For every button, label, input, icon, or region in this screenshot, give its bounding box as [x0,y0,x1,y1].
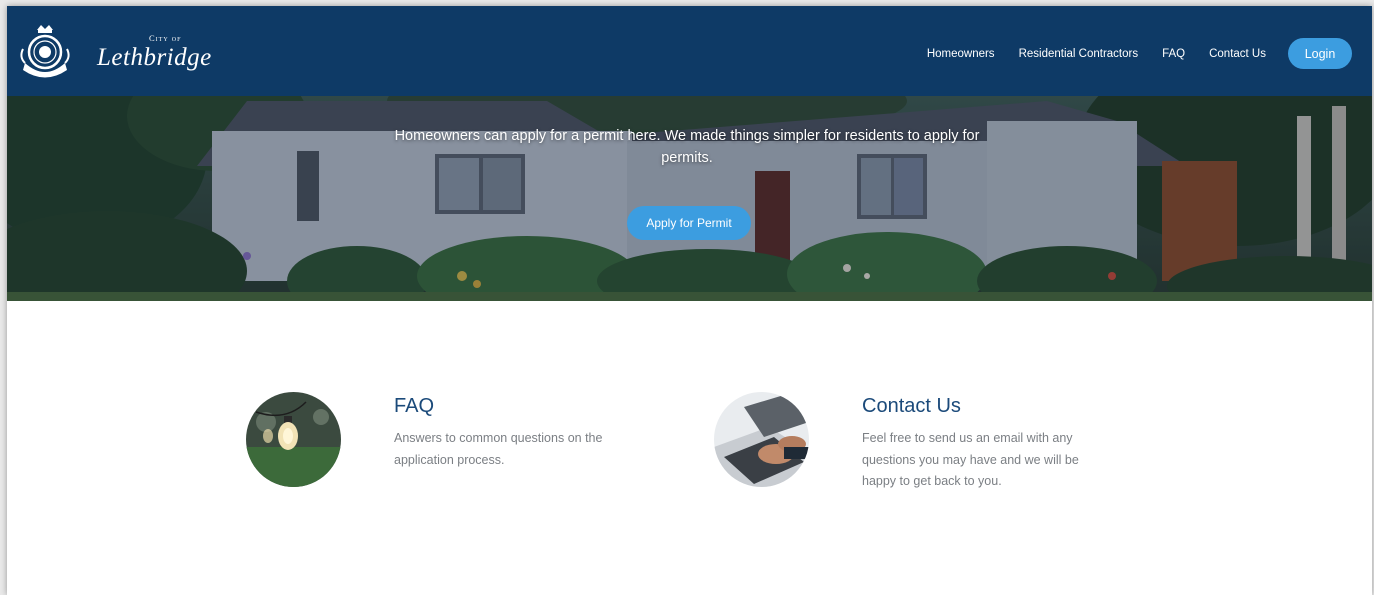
nav-faq[interactable]: FAQ [1162,48,1185,60]
lightbulb-icon [246,392,341,487]
contact-us-description: Feel free to send us an email with any q… [862,431,1079,488]
nav-residential-contractors[interactable]: Residential Contractors [1019,48,1139,60]
city-seal-icon [20,25,70,78]
lightbulb-photo[interactable] [246,392,341,487]
nav-homeowners[interactable]: Homeowners [927,48,995,60]
main-nav: Homeowners Residential Contractors FAQ C… [927,38,1352,69]
apply-for-permit-button[interactable]: Apply for Permit [627,206,751,240]
hero-banner: Homeowners can apply for a permit here. … [7,96,1372,301]
faq-description: Answers to common questions on the appli… [394,431,603,467]
laptop-typing-photo[interactable] [714,392,809,487]
login-button[interactable]: Login [1288,38,1352,69]
faq-title[interactable]: FAQ [394,395,434,418]
contact-us-title[interactable]: Contact Us [862,395,961,418]
laptop-icon [714,392,809,487]
nav-contact-us[interactable]: Contact Us [1209,48,1266,60]
site-header: City of Lethbridge Homeowners Residentia… [7,6,1372,96]
hero-text: Homeowners can apply for a permit here. … [394,128,980,166]
city-name-wordmark: Lethbridge [97,44,212,71]
browser-page: City of Lethbridge Homeowners Residentia… [7,6,1372,595]
city-of-label: City of [149,33,182,43]
city-logo[interactable]: City of Lethbridge [17,23,217,83]
